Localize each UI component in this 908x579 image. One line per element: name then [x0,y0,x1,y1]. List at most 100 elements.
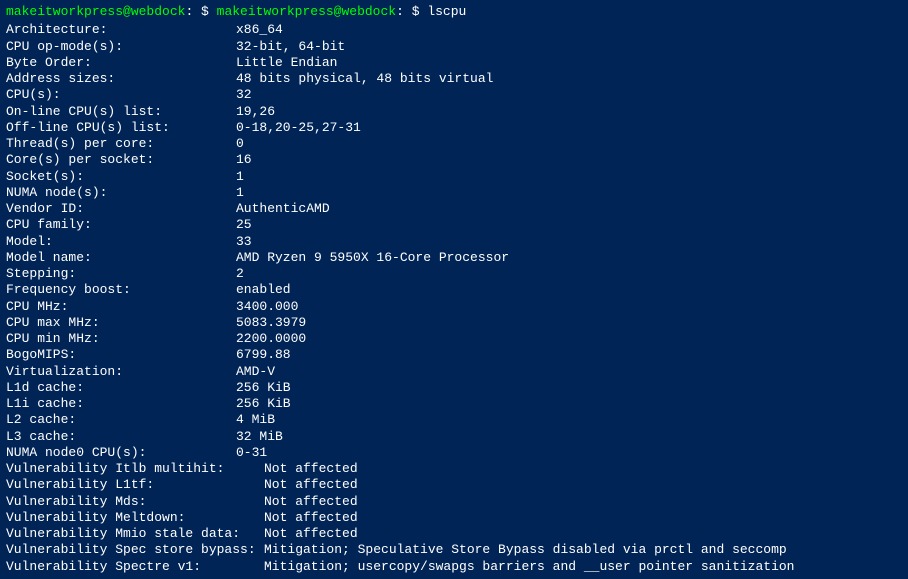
output-row: BogoMIPS:6799.88 [6,347,902,363]
row-label: CPU(s): [6,87,236,103]
row-value: 256 KiB [236,396,902,412]
row-label: Thread(s) per core: [6,136,236,152]
row-value: 2 [236,266,902,282]
row-value: 2200.0000 [236,331,902,347]
row-label: NUMA node0 CPU(s): [6,445,236,461]
row-label: Byte Order: [6,55,236,71]
output-row: Model:33 [6,234,902,250]
row-value: x86_64 [236,22,902,38]
row-label: L2 cache: [6,412,236,428]
row-label: Off-line CPU(s) list: [6,120,236,136]
row-label: Vulnerability Meltdown: [6,510,264,526]
output-row: Socket(s):1 [6,169,902,185]
row-label: Socket(s): [6,169,236,185]
row-value: 1 [236,185,902,201]
output-row: L1d cache:256 KiB [6,380,902,396]
row-value: Mitigation; Speculative Store Bypass dis… [264,542,902,558]
row-value: 0-31 [236,445,902,461]
row-label: Architecture: [6,22,236,38]
output-row: Address sizes:48 bits physical, 48 bits … [6,71,902,87]
row-value: Not affected [264,477,902,493]
row-label: CPU op-mode(s): [6,39,236,55]
prompt-command[interactable]: lscpu [427,4,466,19]
row-value: Not affected [264,510,902,526]
row-label: Stepping: [6,266,236,282]
row-label: CPU min MHz: [6,331,236,347]
row-value: 32 [236,87,902,103]
row-value: 1 [236,169,902,185]
row-label: Vulnerability Spec store bypass: [6,542,264,558]
row-label: NUMA node(s): [6,185,236,201]
row-label: Vulnerability L1tf: [6,477,264,493]
row-label: BogoMIPS: [6,347,236,363]
output-row: Thread(s) per core:0 [6,136,902,152]
output-row: Vulnerability Mmio stale data:Not affect… [6,526,902,542]
row-value: 33 [236,234,902,250]
row-value: 3400.000 [236,299,902,315]
output-row: Off-line CPU(s) list:0-18,20-25,27-31 [6,120,902,136]
output-row: L2 cache:4 MiB [6,412,902,428]
row-label: Vendor ID: [6,201,236,217]
output-row: On-line CPU(s) list:19,26 [6,104,902,120]
row-label: Core(s) per socket: [6,152,236,168]
lscpu-output: Architecture:x86_64CPU op-mode(s):32-bit… [6,22,902,575]
row-value: 256 KiB [236,380,902,396]
row-label: L1d cache: [6,380,236,396]
output-row: L3 cache:32 MiB [6,429,902,445]
row-value: 25 [236,217,902,233]
output-row: Vulnerability Spectre v1:Mitigation; use… [6,559,902,575]
output-row: CPU MHz:3400.000 [6,299,902,315]
row-label: Address sizes: [6,71,236,87]
prompt-line: makeitworkpress@webdock: $ makeitworkpre… [6,4,902,20]
output-row: CPU(s):32 [6,87,902,103]
row-value: 6799.88 [236,347,902,363]
row-value: Not affected [264,526,902,542]
row-label: On-line CPU(s) list: [6,104,236,120]
row-value: Mitigation; usercopy/swapgs barriers and… [264,559,902,575]
output-row: Vendor ID:AuthenticAMD [6,201,902,217]
output-row: Vulnerability Itlb multihit:Not affected [6,461,902,477]
prompt-dollar-1: $ [193,4,216,19]
row-label: L1i cache: [6,396,236,412]
row-label: Virtualization: [6,364,236,380]
output-row: Vulnerability Meltdown:Not affected [6,510,902,526]
output-row: Stepping:2 [6,266,902,282]
prompt-colon-2: : [396,4,404,19]
row-value: Not affected [264,461,902,477]
row-value: AMD-V [236,364,902,380]
row-label: Vulnerability Spectre v1: [6,559,264,575]
row-value: AMD Ryzen 9 5950X 16-Core Processor [236,250,902,266]
output-row: CPU family:25 [6,217,902,233]
row-value: 48 bits physical, 48 bits virtual [236,71,902,87]
output-row: CPU op-mode(s):32-bit, 64-bit [6,39,902,55]
row-value: 19,26 [236,104,902,120]
row-value: enabled [236,282,902,298]
row-label: Frequency boost: [6,282,236,298]
row-label: Vulnerability Itlb multihit: [6,461,264,477]
output-row: Core(s) per socket:16 [6,152,902,168]
output-row: Virtualization:AMD-V [6,364,902,380]
row-label: Model name: [6,250,236,266]
prompt-dollar-2: $ [404,4,427,19]
output-row: Byte Order:Little Endian [6,55,902,71]
row-value: 32-bit, 64-bit [236,39,902,55]
row-label: CPU family: [6,217,236,233]
output-row: NUMA node(s):1 [6,185,902,201]
output-row: Architecture:x86_64 [6,22,902,38]
row-value: 0-18,20-25,27-31 [236,120,902,136]
output-row: L1i cache:256 KiB [6,396,902,412]
row-label: Vulnerability Mmio stale data: [6,526,264,542]
row-value: AuthenticAMD [236,201,902,217]
output-row: Vulnerability Spec store bypass:Mitigati… [6,542,902,558]
row-value: 16 [236,152,902,168]
prompt-userhost-2: makeitworkpress@webdock [217,4,396,19]
output-row: Frequency boost:enabled [6,282,902,298]
row-label: Model: [6,234,236,250]
output-row: Model name:AMD Ryzen 9 5950X 16-Core Pro… [6,250,902,266]
row-value: Little Endian [236,55,902,71]
prompt-userhost-1: makeitworkpress@webdock [6,4,185,19]
output-row: CPU max MHz:5083.3979 [6,315,902,331]
output-row: CPU min MHz:2200.0000 [6,331,902,347]
row-value: 0 [236,136,902,152]
row-label: CPU max MHz: [6,315,236,331]
